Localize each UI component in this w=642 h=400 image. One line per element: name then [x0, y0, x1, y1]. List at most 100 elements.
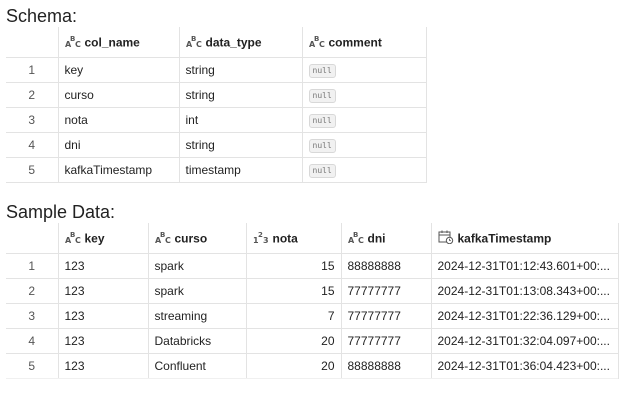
cell-comment[interactable]: null [301, 157, 427, 183]
cell-key[interactable]: 123 [57, 278, 149, 304]
cell-nota[interactable]: 15 [245, 278, 342, 304]
cell-curso[interactable]: Confluent [147, 353, 247, 379]
cell-col-name[interactable]: key [57, 57, 180, 83]
column-header-data-type[interactable]: A B Cdata_type [178, 27, 303, 58]
cell-key[interactable]: 123 [57, 328, 149, 354]
cell-data-type[interactable]: int [178, 107, 303, 133]
null-badge: null [308, 139, 336, 153]
null-badge: null [308, 164, 336, 178]
row-index: 5 [6, 353, 59, 379]
svg-text:C: C [75, 40, 81, 48]
row-index: 3 [6, 303, 59, 329]
svg-text:3: 3 [263, 236, 269, 244]
svg-text:C: C [358, 236, 364, 244]
row-index: 4 [6, 132, 59, 158]
cell-col-name[interactable]: nota [57, 107, 180, 133]
cell-comment[interactable]: null [301, 82, 427, 108]
column-header-comment[interactable]: A B Ccomment [301, 27, 427, 58]
table-row[interactable]: 2 curso string null [6, 82, 427, 108]
cell-curso[interactable]: streaming [147, 303, 247, 329]
column-header-dni[interactable]: A B Cdni [340, 223, 432, 254]
table-row[interactable]: 3 123 streaming 7 77777777 2024-12-31T01… [6, 303, 619, 329]
abc-type-icon: ABC [309, 34, 325, 51]
svg-text:C: C [165, 236, 171, 244]
column-label: kafkaTimestamp [457, 231, 552, 245]
table-row[interactable]: 4 123 Databricks 20 77777777 2024-12-31T… [6, 328, 619, 354]
cell-nota[interactable]: 20 [245, 353, 342, 379]
column-header-key[interactable]: A B Ckey [57, 223, 149, 254]
cell-kafka-timestamp[interactable]: 2024-12-31T01:32:04.097+00:... [430, 328, 619, 354]
table-row[interactable]: 5 kafkaTimestamp timestamp null [6, 157, 427, 183]
row-index: 3 [6, 107, 59, 133]
svg-text:C: C [75, 236, 81, 244]
schema-table: A B Ccol_name A B Cdata_type A B Ccomment 1 ke… [6, 27, 427, 183]
column-header-col-name[interactable]: A B Ccol_name [57, 27, 180, 58]
cell-kafka-timestamp[interactable]: 2024-12-31T01:22:36.129+00:... [430, 303, 619, 329]
table-bottom-divider [6, 378, 618, 379]
cell-comment[interactable]: null [301, 57, 427, 83]
cell-curso[interactable]: Databricks [147, 328, 247, 354]
cell-kafka-timestamp[interactable]: 2024-12-31T01:36:04.423+00:... [430, 353, 619, 379]
cell-nota[interactable]: 7 [245, 303, 342, 329]
cell-col-name[interactable]: dni [57, 132, 180, 158]
row-index: 2 [6, 82, 59, 108]
row-index-header [6, 223, 59, 254]
column-label: comment [328, 35, 382, 49]
cell-kafka-timestamp[interactable]: 2024-12-31T01:13:08.343+00:... [430, 278, 619, 304]
schema-title: Schema: [6, 6, 78, 26]
cell-comment[interactable]: null [301, 107, 427, 133]
column-header-curso[interactable]: A B Ccurso [147, 223, 247, 254]
cell-kafka-timestamp[interactable]: 2024-12-31T01:12:43.601+00:... [430, 253, 619, 279]
null-badge: null [308, 64, 336, 78]
sample-data-table: A B Ckey A B Ccurso 1 2 3 nota A B Cdni kafkaTime… [6, 223, 619, 379]
row-index: 4 [6, 328, 59, 354]
column-header-kafka-timestamp[interactable]: kafkaTimestamp [430, 223, 619, 254]
row-index: 1 [6, 57, 59, 83]
abc-type-icon: ABC [155, 230, 171, 247]
cell-dni[interactable]: 77777777 [340, 328, 432, 354]
null-badge: null [308, 114, 336, 128]
cell-dni[interactable]: 77777777 [340, 303, 432, 329]
calendar-clock-icon [438, 230, 454, 247]
column-label: key [84, 231, 105, 245]
numeric-type-icon: 123 [253, 230, 269, 247]
abc-type-icon: ABC [65, 34, 81, 51]
table-row[interactable]: 5 123 Confluent 20 88888888 2024-12-31T0… [6, 353, 619, 379]
cell-key[interactable]: 123 [57, 303, 149, 329]
cell-curso[interactable]: spark [147, 253, 247, 279]
cell-nota[interactable]: 20 [245, 328, 342, 354]
cell-dni[interactable]: 88888888 [340, 253, 432, 279]
cell-comment[interactable]: null [301, 132, 427, 158]
cell-col-name[interactable]: curso [57, 82, 180, 108]
abc-type-icon: ABC [348, 230, 364, 247]
cell-key[interactable]: 123 [57, 353, 149, 379]
schema-header-row: A B Ccol_name A B Cdata_type A B Ccomment [6, 27, 427, 58]
cell-data-type[interactable]: timestamp [178, 157, 303, 183]
cell-col-name[interactable]: kafkaTimestamp [57, 157, 180, 183]
cell-curso[interactable]: spark [147, 278, 247, 304]
abc-type-icon: ABC [65, 230, 81, 247]
cell-data-type[interactable]: string [178, 82, 303, 108]
sample-header-row: A B Ckey A B Ccurso 1 2 3 nota A B Cdni kafkaTime… [6, 223, 619, 254]
column-label: curso [174, 231, 208, 245]
sample-data-title: Sample Data: [6, 202, 116, 222]
svg-text:C: C [319, 40, 325, 48]
table-row[interactable]: 1 key string null [6, 57, 427, 83]
cell-key[interactable]: 123 [57, 253, 149, 279]
null-badge: null [308, 89, 336, 103]
column-label: nota [272, 231, 298, 245]
cell-dni[interactable]: 88888888 [340, 353, 432, 379]
table-row[interactable]: 3 nota int null [6, 107, 427, 133]
abc-type-icon: ABC [186, 34, 202, 51]
cell-nota[interactable]: 15 [245, 253, 342, 279]
column-header-nota[interactable]: 1 2 3 nota [245, 223, 342, 254]
table-row[interactable]: 4 dni string null [6, 132, 427, 158]
table-row[interactable]: 1 123 spark 15 88888888 2024-12-31T01:12… [6, 253, 619, 279]
table-row[interactable]: 2 123 spark 15 77777777 2024-12-31T01:13… [6, 278, 619, 304]
column-label: dni [367, 231, 386, 245]
cell-data-type[interactable]: string [178, 57, 303, 83]
column-label: data_type [205, 35, 262, 49]
row-index-header [6, 27, 59, 58]
cell-dni[interactable]: 77777777 [340, 278, 432, 304]
cell-data-type[interactable]: string [178, 132, 303, 158]
